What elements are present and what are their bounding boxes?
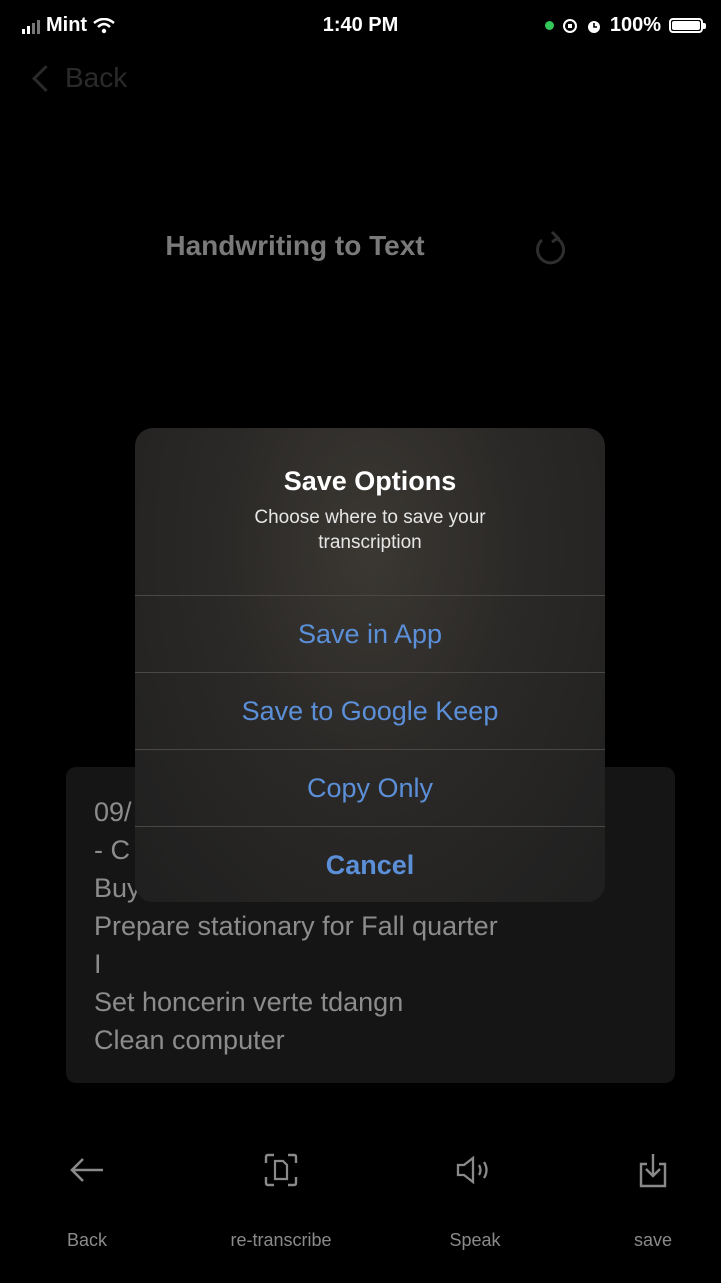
dialog-title: Save Options — [283, 466, 457, 496]
save-options-dialog: Save Options Choose where to save your t… — [135, 428, 605, 902]
save-to-google-keep-button[interactable]: Save to Google Keep — [135, 672, 605, 749]
transcription-line: I — [94, 949, 102, 979]
arrow-left-icon — [70, 1158, 103, 1182]
bottom-toolbar: Back re-transcribe Speak save — [0, 1140, 721, 1283]
status-bar: Mint 1:40 PM 100% — [0, 0, 721, 52]
toolbar-retranscribe-button[interactable]: re-transcribe — [206, 1140, 356, 1251]
transcription-line: Prepare stationary for Fall quarter — [94, 911, 498, 941]
refresh-icon[interactable] — [532, 228, 566, 268]
rotation-lock-icon — [562, 18, 577, 33]
copy-only-button[interactable]: Copy Only — [135, 749, 605, 826]
toolbar-speak-button[interactable]: Speak — [400, 1140, 550, 1251]
dialog-header: Save Options Choose where to save your t… — [135, 428, 605, 595]
toolbar-speak-label: Speak — [449, 1230, 501, 1250]
dialog-message: Choose where to save your transcription — [254, 507, 486, 553]
status-right: 100% — [544, 14, 706, 37]
alarm-icon — [587, 20, 600, 33]
transcription-line: Clean computer — [94, 1025, 285, 1055]
page-title: Handwriting to Text — [165, 230, 425, 261]
chevron-left-icon — [32, 64, 59, 92]
speaker-icon — [456, 1155, 488, 1185]
nav-back-label: Back — [65, 62, 128, 93]
transcription-line: Set honcerin verte tdangn — [94, 987, 404, 1017]
download-tray-icon — [639, 1154, 667, 1188]
nav-back-button[interactable]: Back — [30, 62, 127, 94]
toolbar-retranscribe-label: re-transcribe — [230, 1230, 332, 1250]
toolbar-back-label: Back — [66, 1230, 108, 1250]
toolbar-save-button[interactable]: save — [578, 1140, 721, 1251]
toolbar-save-label: save — [633, 1230, 673, 1250]
cancel-button[interactable]: Cancel — [135, 826, 605, 902]
battery-percent: 100% — [609, 14, 661, 36]
privacy-indicator-icon — [544, 21, 554, 30]
save-in-app-button[interactable]: Save in App — [135, 595, 605, 672]
battery-icon — [669, 18, 706, 33]
scan-document-icon — [264, 1153, 298, 1187]
toolbar-back-button[interactable]: Back — [12, 1140, 162, 1251]
